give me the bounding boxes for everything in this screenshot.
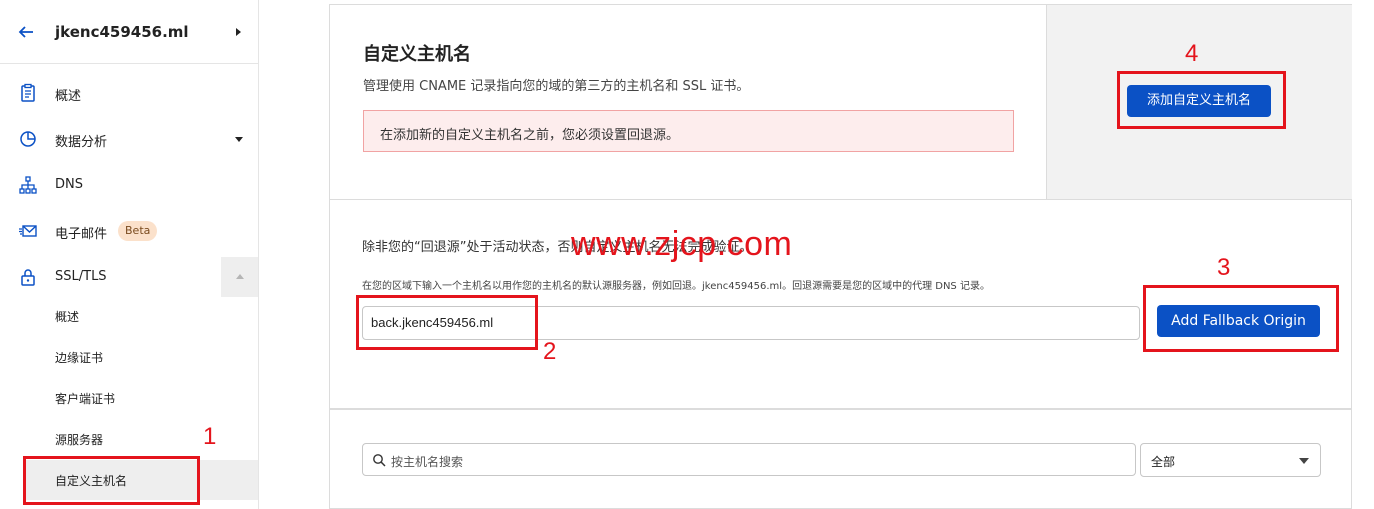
email-icon	[19, 225, 37, 237]
chevron-down-icon	[235, 137, 243, 142]
sidebar-subitem-label: 自定义主机名	[55, 474, 128, 488]
sidebar-subitem-edge-certificates[interactable]: 边缘证书	[0, 337, 258, 377]
alert-text: 在添加新的自定义主机名之前，您必须设置回退源。	[380, 128, 680, 143]
sidebar-item-overview[interactable]: 概述	[0, 73, 258, 113]
domain-name: jkenc459456.ml	[55, 23, 189, 41]
card-description: 管理使用 CNAME 记录指向您的域的第三方的主机名和 SSL 证书。	[363, 79, 750, 94]
annotation-number-2: 2	[543, 338, 557, 365]
add-custom-hostname-button[interactable]: 添加自定义主机名	[1127, 85, 1271, 117]
annotation-number-4: 4	[1185, 40, 1199, 67]
chevron-up-icon	[236, 274, 244, 279]
hostname-filter-card: 按主机名搜索 全部	[329, 409, 1352, 509]
annotation-number-1: 1	[203, 423, 217, 450]
main-content: 自定义主机名 管理使用 CNAME 记录指向您的域的第三方的主机名和 SSL 证…	[260, 0, 1374, 509]
sidebar: jkenc459456.ml 概述 数据分析 DNS 电子邮件 Beta SSL…	[0, 0, 259, 509]
search-placeholder: 按主机名搜索	[391, 455, 464, 469]
fallback-origin-input[interactable]: back.jkenc459456.ml	[362, 306, 1140, 340]
sidebar-subitem-custom-hostnames[interactable]: 自定义主机名	[24, 460, 258, 500]
hostname-search-input[interactable]: 按主机名搜索	[362, 443, 1136, 476]
card-action-area: 添加自定义主机名	[1046, 5, 1352, 199]
fallback-hint: 在您的区域下输入一个主机名以用作您的主机名的默认源服务器，例如回退。jkenc4…	[362, 281, 990, 292]
sidebar-subitem-label: 客户端证书	[55, 392, 116, 406]
sidebar-item-label: 电子邮件	[55, 227, 108, 242]
pie-chart-icon	[20, 131, 36, 147]
fallback-origin-card: 除非您的“回退源”处于活动状态，否则自定义主机名无法完成验证。 在您的区域下输入…	[329, 199, 1352, 409]
sidebar-subitem-client-certificates[interactable]: 客户端证书	[0, 378, 258, 418]
sidebar-subitem-label: 概述	[55, 310, 80, 324]
add-fallback-origin-button[interactable]: Add Fallback Origin	[1157, 305, 1320, 337]
annotation-number-3: 3	[1217, 254, 1231, 281]
chevron-down-icon	[1299, 458, 1309, 464]
sidebar-item-label: DNS	[55, 177, 83, 192]
sidebar-item-analytics[interactable]: 数据分析	[0, 119, 258, 159]
domain-switcher[interactable]: jkenc459456.ml	[0, 0, 258, 64]
sidebar-item-dns[interactable]: DNS	[0, 165, 258, 205]
beta-badge: Beta	[118, 221, 158, 241]
search-icon	[373, 454, 386, 467]
sidebar-subitem-label: 源服务器	[55, 433, 104, 447]
status-filter-select[interactable]: 全部	[1140, 443, 1321, 477]
network-icon	[19, 176, 37, 194]
watermark: www.zjcp.com	[571, 225, 793, 263]
chevron-right-icon	[236, 28, 241, 36]
sidebar-subitem-label: 边缘证书	[55, 351, 104, 365]
sidebar-subitem-ssl-overview[interactable]: 概述	[0, 296, 258, 336]
sidebar-item-label: 数据分析	[55, 135, 108, 150]
sidebar-item-label: 概述	[55, 89, 82, 104]
sidebar-item-ssl-tls[interactable]: SSL/TLS	[0, 257, 258, 297]
document-icon	[21, 83, 35, 102]
page-title: 自定义主机名	[363, 44, 471, 65]
custom-hostnames-card: 自定义主机名 管理使用 CNAME 记录指向您的域的第三方的主机名和 SSL 证…	[329, 4, 1352, 199]
back-arrow-icon[interactable]	[16, 22, 36, 42]
fallback-required-alert: 在添加新的自定义主机名之前，您必须设置回退源。	[363, 110, 1014, 152]
collapse-button[interactable]	[221, 257, 258, 297]
sidebar-subitem-origin-server[interactable]: 源服务器	[0, 419, 258, 459]
sidebar-item-email[interactable]: 电子邮件 Beta	[0, 211, 258, 251]
sidebar-item-label: SSL/TLS	[55, 269, 107, 284]
lock-icon	[21, 269, 35, 286]
select-value: 全部	[1151, 455, 1176, 469]
